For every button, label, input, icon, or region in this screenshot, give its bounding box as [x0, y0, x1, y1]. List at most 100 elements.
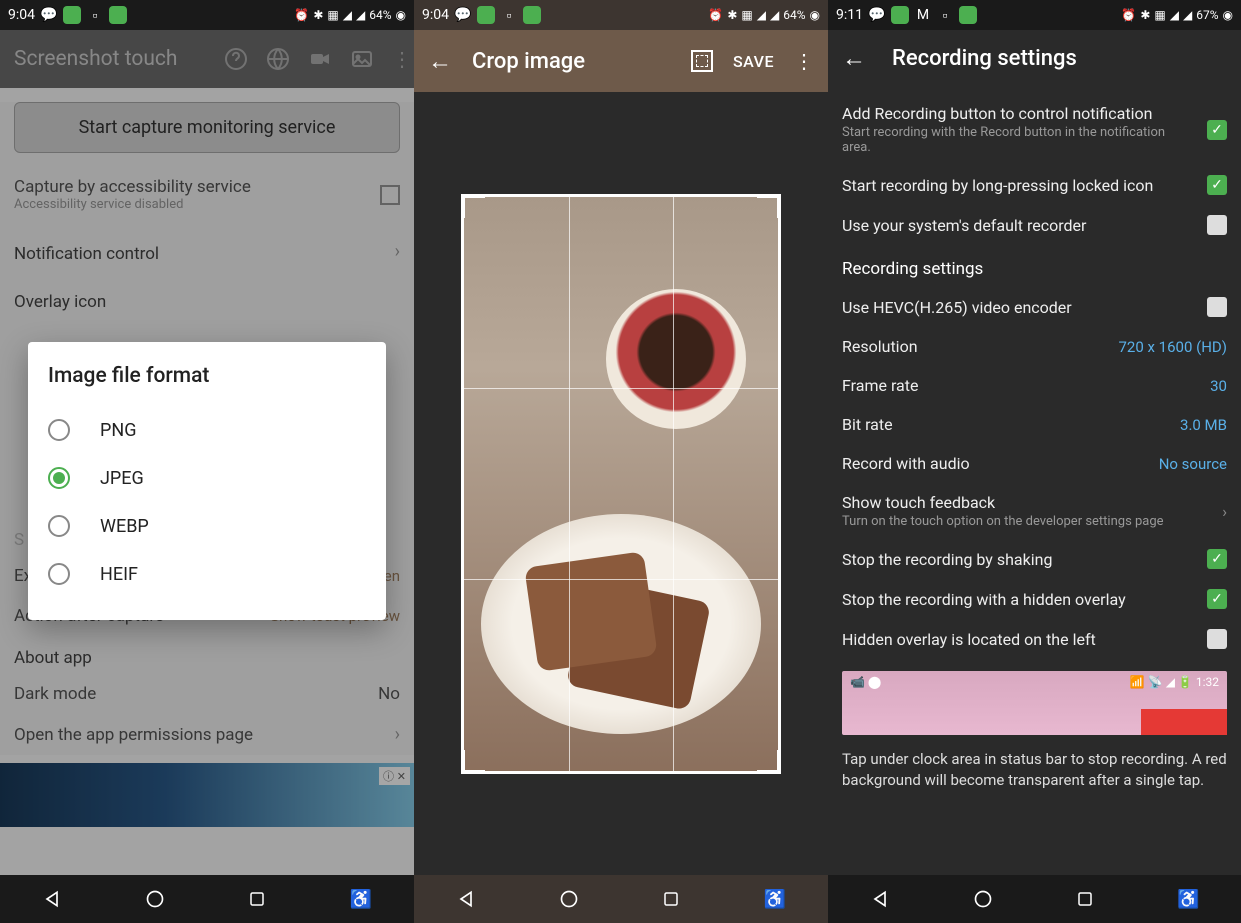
battery-text: 64% — [369, 8, 391, 22]
status-preview: 📹 ⬤ 📶 📡 ◢ 🔋 1:32 — [842, 671, 1227, 735]
crop-handle-tl[interactable] — [461, 194, 485, 218]
overlay-left-row[interactable]: Hidden overlay is located on the left — [842, 619, 1227, 659]
crop-handle-br[interactable] — [757, 750, 781, 774]
aspect-icon[interactable] — [691, 50, 713, 72]
overlay-row[interactable]: Stop the recording with a hidden overlay… — [842, 579, 1227, 619]
checkbox-on[interactable]: ✓ — [1207, 589, 1227, 609]
default-recorder-row[interactable]: Use your system's default recorder — [842, 205, 1227, 245]
status-time: 9:04 — [422, 7, 449, 23]
lte-icon: ▦ — [1154, 8, 1165, 22]
radio-icon — [48, 419, 70, 441]
radio-label: HEIF — [100, 564, 138, 585]
settings-content: ← Recording settings Add Recording butto… — [828, 30, 1241, 875]
notif-icon: M — [915, 7, 931, 23]
more-icon[interactable]: ⋮ — [794, 49, 814, 73]
alarm-icon: ⏰ — [294, 8, 309, 22]
checkbox-on[interactable]: ✓ — [1207, 549, 1227, 569]
format-dialog: Image file format PNG JPEG WEBP HEIF — [28, 342, 386, 620]
checkbox-off[interactable] — [1207, 215, 1227, 235]
checkbox-on[interactable]: ✓ — [1207, 175, 1227, 195]
back-icon[interactable]: ← — [842, 44, 866, 73]
bitrate-row[interactable]: Bit rate 3.0 MB — [842, 405, 1227, 444]
preview-red-area — [1141, 709, 1227, 735]
radio-icon — [48, 467, 70, 489]
status-bar: 9:11 💬 M ▫ ⏰ ✱ ▦ ◢ ◢ 67% ◉ — [828, 0, 1241, 30]
section-header: Recording settings — [842, 245, 1227, 287]
crop-gridline — [464, 388, 778, 389]
shake-row[interactable]: Stop the recording by shaking ✓ — [842, 539, 1227, 579]
nav-recent-icon[interactable] — [248, 890, 266, 908]
whatsapp-icon: 💬 — [41, 7, 57, 23]
crop-gridline — [569, 197, 570, 771]
save-button[interactable]: SAVE — [733, 52, 774, 71]
signal2-icon: ◢ — [356, 8, 365, 22]
nav-accessibility-icon[interactable]: ♿ — [350, 889, 372, 910]
nav-bar: ♿ — [0, 875, 414, 923]
resolution-row[interactable]: Resolution 720 x 1600 (HD) — [842, 327, 1227, 366]
crop-image[interactable] — [461, 194, 781, 774]
nav-back-icon[interactable] — [870, 889, 890, 909]
chevron-right-icon: › — [1222, 502, 1227, 521]
touch-feedback-row[interactable]: Show touch feedback Turn on the touch op… — [842, 483, 1227, 539]
long-press-row[interactable]: Start recording by long-pressing locked … — [842, 165, 1227, 205]
radio-heif[interactable]: HEIF — [48, 550, 366, 598]
whatsapp-icon: 💬 — [869, 7, 885, 23]
nav-bar: ♿ — [414, 875, 828, 923]
nav-recent-icon[interactable] — [662, 890, 680, 908]
preview-left-icons: 📹 ⬤ — [850, 675, 881, 689]
radio-icon — [48, 515, 70, 537]
checkbox-off[interactable] — [1207, 297, 1227, 317]
nav-back-icon[interactable] — [456, 889, 476, 909]
add-button-row[interactable]: Add Recording button to control notifica… — [842, 94, 1227, 165]
radio-icon — [48, 563, 70, 585]
row-label: Hidden overlay is located on the left — [842, 630, 1096, 649]
row-label: Use your system's default recorder — [842, 216, 1086, 235]
crop-canvas[interactable] — [414, 92, 828, 875]
signal-icon: ◢ — [1170, 8, 1179, 22]
radio-webp[interactable]: WEBP — [48, 502, 366, 550]
radio-label: JPEG — [100, 468, 144, 489]
row-label: Resolution — [842, 337, 918, 356]
row-value: 3.0 MB — [1180, 416, 1227, 434]
nav-accessibility-icon[interactable]: ♿ — [764, 889, 786, 910]
crop-frame[interactable] — [461, 194, 781, 774]
lte-icon: ▦ — [327, 8, 338, 22]
crop-toolbar: ← Crop image SAVE ⋮ — [414, 30, 828, 92]
nav-recent-icon[interactable] — [1076, 890, 1094, 908]
crop-title: Crop image — [472, 49, 671, 74]
back-icon[interactable]: ← — [428, 47, 452, 76]
nav-home-icon[interactable] — [973, 889, 993, 909]
bluetooth-icon: ✱ — [1140, 8, 1150, 22]
row-label: Stop the recording by shaking — [842, 550, 1052, 569]
app-icon — [477, 6, 495, 24]
row-label: Frame rate — [842, 376, 918, 395]
nav-bar: ♿ — [828, 875, 1241, 923]
main-content: Screenshot touch ⋮ Start capture monitor… — [0, 30, 414, 875]
phone-crop-image: 9:04 💬 ▫ ⏰ ✱ ▦ ◢ ◢ 64% ◉ ← Crop image SA… — [414, 0, 828, 923]
bluetooth-icon: ✱ — [313, 8, 323, 22]
nav-home-icon[interactable] — [145, 889, 165, 909]
radio-png[interactable]: PNG — [48, 406, 366, 454]
crop-handle-bl[interactable] — [461, 750, 485, 774]
nav-home-icon[interactable] — [559, 889, 579, 909]
bluetooth-icon: ✱ — [727, 8, 737, 22]
checkbox-on[interactable]: ✓ — [1207, 120, 1227, 140]
status-time: 9:11 — [836, 7, 863, 23]
battery-icon: ◉ — [396, 8, 406, 22]
dialog-title: Image file format — [48, 364, 366, 388]
nav-accessibility-icon[interactable]: ♿ — [1177, 889, 1199, 910]
framerate-row[interactable]: Frame rate 30 — [842, 366, 1227, 405]
audio-row[interactable]: Record with audio No source — [842, 444, 1227, 483]
status-bar: 9:04 💬 ▫ ⏰ ✱ ▦ ◢ ◢ 64% ◉ — [414, 0, 828, 30]
row-sub: Start recording with the Record button i… — [842, 125, 1195, 155]
checkbox-off[interactable] — [1207, 629, 1227, 649]
battery-text: 64% — [783, 8, 805, 22]
alarm-icon: ⏰ — [1121, 8, 1136, 22]
status-time: 9:04 — [8, 7, 35, 23]
radio-jpeg[interactable]: JPEG — [48, 454, 366, 502]
notif-icon: ▫ — [501, 7, 517, 23]
nav-back-icon[interactable] — [42, 889, 62, 909]
crop-handle-tr[interactable] — [757, 194, 781, 218]
hevc-row[interactable]: Use HEVC(H.265) video encoder — [842, 287, 1227, 327]
alarm-icon: ⏰ — [708, 8, 723, 22]
